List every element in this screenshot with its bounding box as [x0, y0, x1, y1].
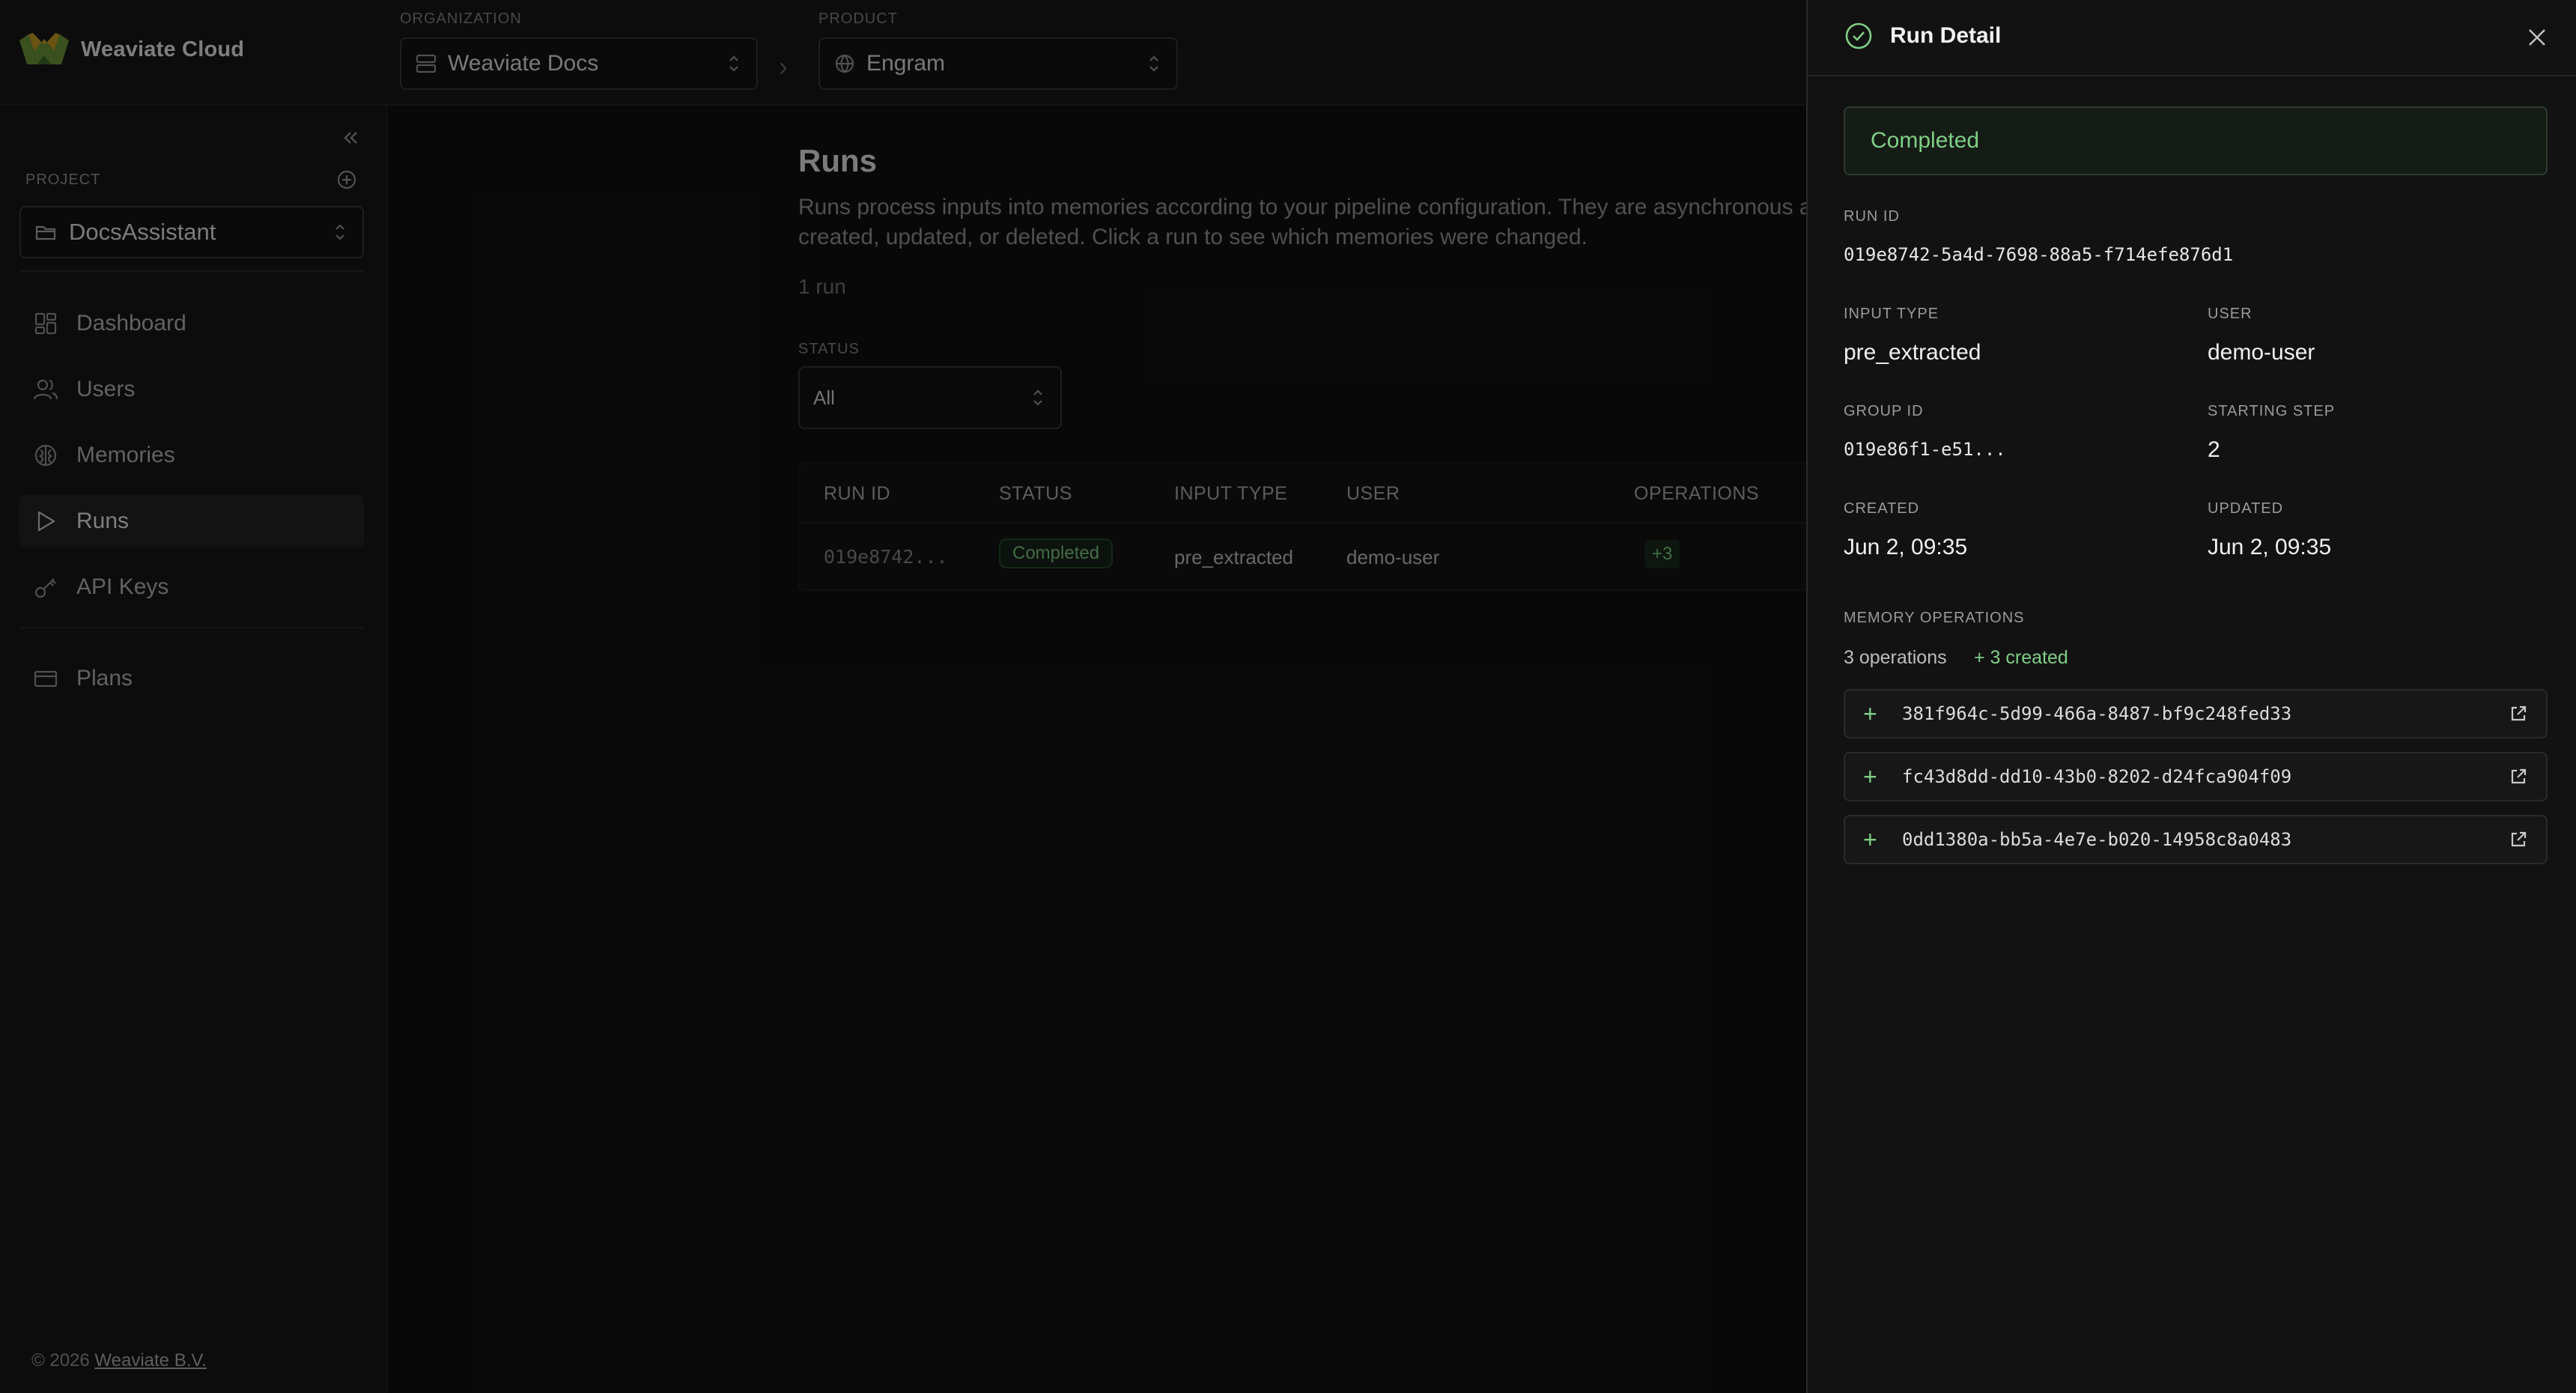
plus-icon: + — [1863, 826, 1877, 853]
panel-title: Run Detail — [1890, 23, 2002, 48]
memory-operation-row[interactable]: + 0dd1380a-bb5a-4e7e-b020-14958c8a0483 — [1844, 815, 2548, 864]
operations-count: 3 operations — [1844, 647, 1947, 668]
status-banner: Completed — [1844, 106, 2548, 175]
memory-operation-row[interactable]: + fc43d8dd-dd10-43b0-8202-d24fca904f09 — [1844, 752, 2548, 801]
run-id-label: RUN ID — [1844, 208, 1900, 225]
check-circle-icon — [1844, 21, 1874, 51]
plus-icon: + — [1863, 700, 1877, 727]
run-detail-panel: Run Detail Completed RUN ID 019e8742-5a4… — [1806, 0, 2576, 1393]
updated-label: UPDATED — [2208, 500, 2284, 517]
memory-id: fc43d8dd-dd10-43b0-8202-d24fca904f09 — [1902, 766, 2292, 787]
memory-operation-row[interactable]: + 381f964c-5d99-466a-8487-bf9c248fed33 — [1844, 689, 2548, 738]
starting-step-label: STARTING STEP — [2208, 403, 2336, 419]
plus-icon: + — [1863, 763, 1877, 790]
run-id-value: 019e8742-5a4d-7698-88a5-f714efe876d1 — [1844, 244, 2234, 265]
external-link-icon[interactable] — [2509, 767, 2528, 786]
created-value: Jun 2, 09:35 — [1844, 535, 1968, 559]
user-label: USER — [2208, 306, 2253, 322]
operations-created: + 3 created — [1974, 647, 2068, 668]
memory-id: 0dd1380a-bb5a-4e7e-b020-14958c8a0483 — [1902, 829, 2292, 850]
group-id-value: 019e86f1-e51... — [1844, 439, 2006, 460]
updated-value: Jun 2, 09:35 — [2208, 535, 2332, 559]
modal-backdrop[interactable] — [0, 0, 1806, 1393]
memory-operations-label: MEMORY OPERATIONS — [1844, 610, 2025, 626]
input-type-value: pre_extracted — [1844, 340, 1981, 365]
external-link-icon[interactable] — [2509, 830, 2528, 849]
status-text: Completed — [1871, 128, 1980, 153]
user-value: demo-user — [2208, 340, 2315, 365]
external-link-icon[interactable] — [2509, 704, 2528, 723]
panel-header: Run Detail — [1808, 0, 2576, 76]
memory-id: 381f964c-5d99-466a-8487-bf9c248fed33 — [1902, 703, 2292, 724]
starting-step-value: 2 — [2208, 437, 2220, 462]
close-icon[interactable] — [2524, 24, 2551, 51]
created-label: CREATED — [1844, 500, 1920, 517]
input-type-label: INPUT TYPE — [1844, 306, 1939, 322]
group-id-label: GROUP ID — [1844, 403, 1924, 419]
